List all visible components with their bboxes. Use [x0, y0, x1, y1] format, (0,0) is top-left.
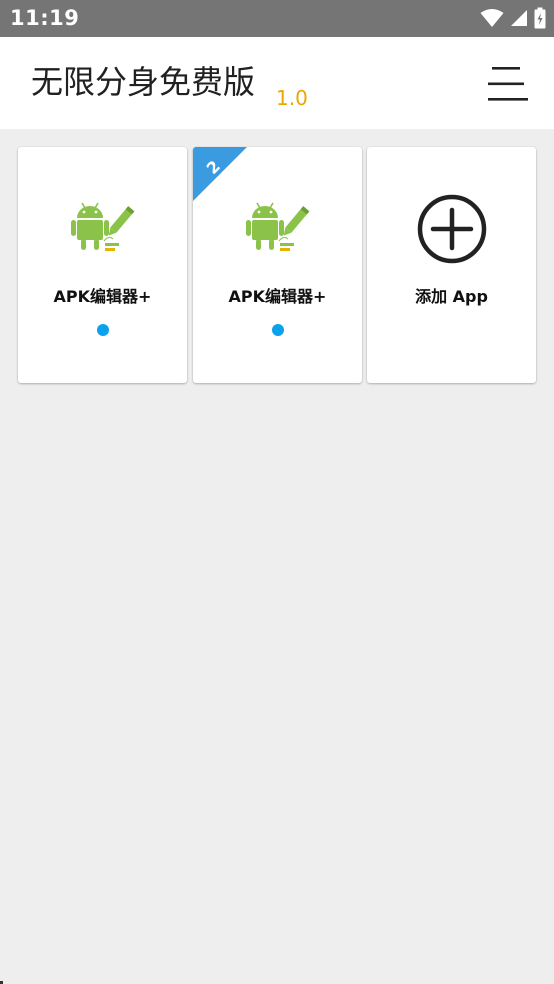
status-icons	[480, 6, 546, 30]
android-editor-icon	[71, 202, 135, 251]
menu-icon	[488, 67, 528, 101]
status-bar: 11:19	[0, 0, 554, 37]
add-app-label: 添加 App	[415, 287, 488, 306]
android-editor-icon	[246, 202, 310, 251]
menu-button[interactable]	[488, 65, 528, 103]
wifi-icon	[480, 9, 504, 27]
instance-badge: 2	[193, 147, 247, 201]
app-version: 1.0	[276, 86, 308, 110]
app-card[interactable]: APK编辑器+	[18, 147, 187, 383]
running-indicator	[97, 324, 109, 336]
app-label: APK编辑器+	[53, 287, 152, 306]
battery-icon	[534, 7, 546, 29]
app-label: APK编辑器+	[228, 287, 327, 306]
add-circle-icon	[417, 194, 487, 264]
add-app-card[interactable]: 添加 App	[367, 147, 536, 383]
status-time: 11:19	[10, 6, 80, 30]
app-bar: 无限分身免费版 1.0	[0, 37, 554, 129]
app-title: 无限分身免费版	[31, 63, 256, 101]
cell-signal-icon	[511, 10, 527, 26]
running-indicator	[272, 324, 284, 336]
app-card[interactable]: 2 APK编辑器+	[193, 147, 362, 383]
